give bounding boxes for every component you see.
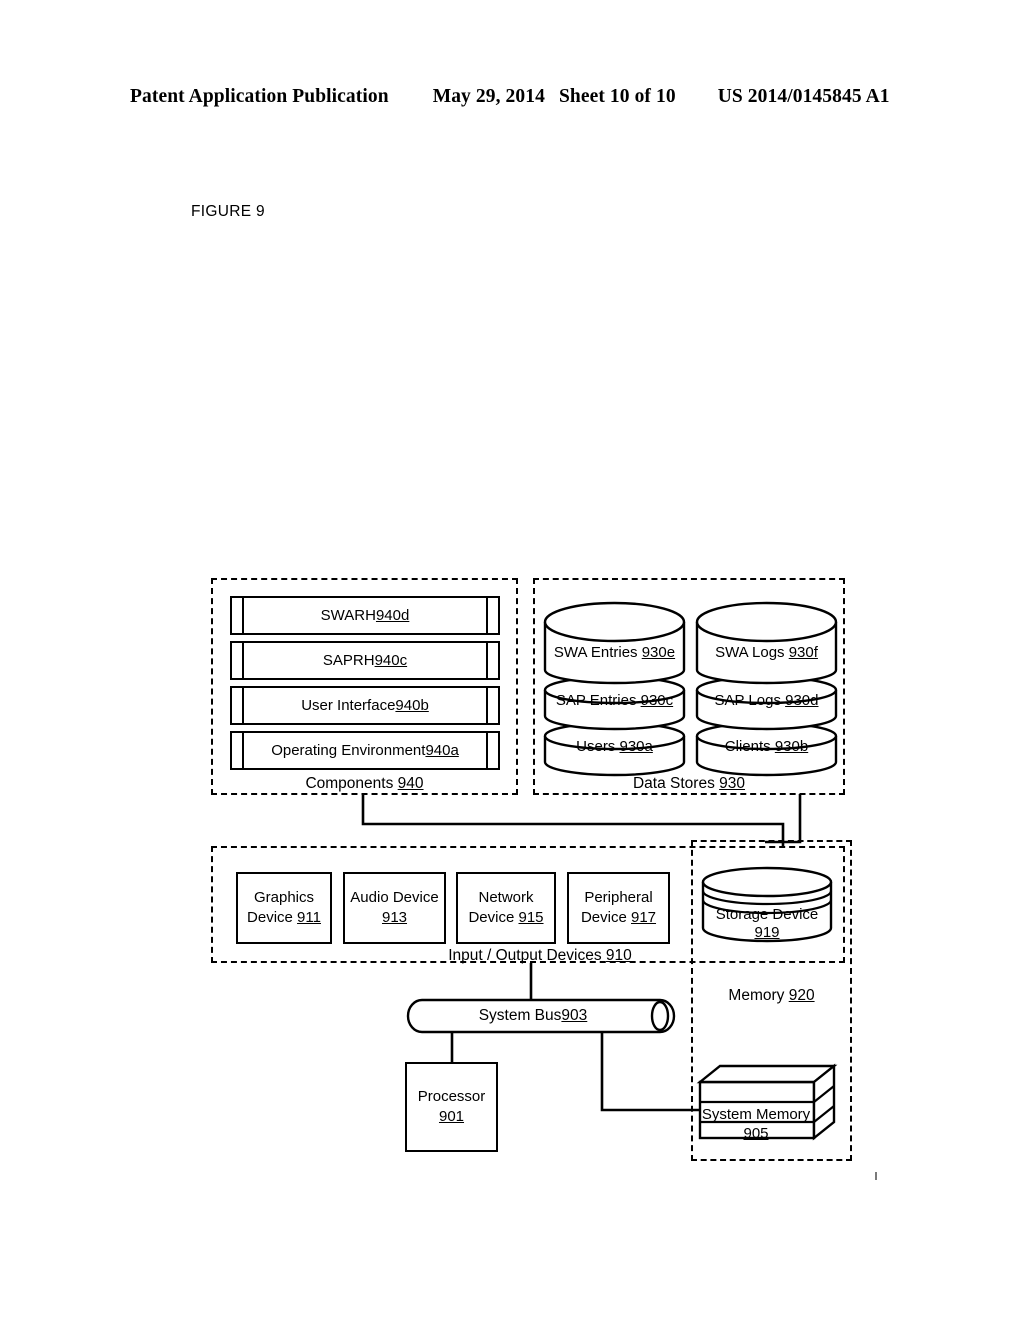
data-stores-caption-text: Data Stores — [632, 775, 720, 792]
data-store-clients-label: Clients — [724, 738, 775, 755]
data-store-swa-entries: SWA Entries 930e — [543, 644, 686, 661]
storage-device: Storage Device 919 — [701, 866, 833, 952]
system-memory-box: System Memory 905 — [696, 1063, 840, 1144]
data-store-swa-entries-ref: 930e — [641, 644, 676, 661]
figure-9-diagram: SWARH 940d SAPRH 940c User Interface 940… — [0, 0, 1024, 1320]
data-store-swa-logs: SWA Logs 930f — [695, 644, 838, 661]
io-device-network-line1: Network — [478, 888, 534, 906]
component-user-interface: User Interface 940b — [230, 685, 500, 726]
system-memory-ref-row: 905 — [698, 1124, 814, 1144]
io-device-peripheral-line1: Peripheral — [584, 888, 653, 906]
data-store-swa-entries-label: SWA Entries — [553, 644, 642, 661]
component-saprh-label: SAPRH — [322, 652, 375, 669]
io-device-peripheral-ref: 917 — [631, 909, 657, 926]
processor-ref: 901 — [438, 1108, 465, 1125]
system-memory-title-row: System Memory — [698, 1105, 814, 1125]
components-caption-text: Components — [305, 775, 398, 792]
io-device-peripheral-line2: Device — [580, 909, 631, 926]
memory-caption-ref: 920 — [788, 987, 815, 1004]
data-stores-caption-ref: 930 — [719, 775, 746, 792]
system-bus: System Bus 903 — [404, 998, 676, 1034]
data-store-users: Users 930a — [543, 738, 686, 755]
data-store-sap-entries-label: SAP Entries — [555, 692, 641, 709]
system-memory-ref: 905 — [743, 1125, 769, 1142]
component-saprh-ref: 940c — [374, 652, 408, 669]
io-device-audio-ref: 913 — [381, 909, 408, 926]
io-device-network-ref: 915 — [518, 909, 544, 926]
processor-title: Processor — [417, 1087, 486, 1105]
data-store-sap-entries-ref: 930c — [640, 692, 674, 709]
component-operating-environment-ref: 940a — [425, 742, 459, 759]
component-operating-environment-label: Operating Environment — [271, 742, 426, 759]
component-user-interface-label: User Interface — [301, 697, 396, 714]
component-saprh: SAPRH 940c — [230, 640, 500, 681]
components-caption-ref: 940 — [397, 775, 424, 792]
processor-box: Processor 901 — [405, 1062, 498, 1152]
io-device-audio: Audio Device 913 — [343, 872, 446, 944]
component-swarh-label: SWARH — [320, 607, 376, 624]
storage-device-ref-row: 919 — [701, 924, 833, 941]
data-store-sap-logs: SAP Logs 930d — [695, 692, 838, 709]
component-user-interface-ref: 940b — [395, 697, 429, 714]
io-device-graphics-line2: Device — [247, 909, 298, 926]
io-device-audio-line1: Audio Device — [350, 888, 439, 906]
data-store-users-ref: 930a — [619, 738, 653, 755]
data-store-stack-left: SWA Entries 930e SAP Entries 930c Users … — [543, 600, 686, 777]
data-store-sap-logs-label: SAP Logs — [714, 692, 786, 709]
data-store-swa-logs-ref: 930f — [788, 644, 818, 661]
component-operating-environment: Operating Environment 940a — [230, 730, 500, 771]
memory-caption-text: Memory — [728, 987, 789, 1004]
io-caption-ref: 910 — [605, 947, 632, 964]
data-stores-group-caption: Data Stores 930 — [533, 775, 845, 793]
component-swarh: SWARH 940d — [230, 595, 500, 636]
data-store-stack-right: SWA Logs 930f SAP Logs 930d Clients 930b — [695, 600, 838, 777]
data-store-clients-ref: 930b — [774, 738, 809, 755]
data-store-sap-logs-ref: 930d — [785, 692, 819, 709]
io-device-graphics-line1: Graphics — [253, 888, 315, 906]
data-store-clients: Clients 930b — [695, 738, 838, 755]
io-device-network-line2: Device — [468, 909, 519, 926]
data-store-swa-logs-label: SWA Logs — [715, 644, 789, 661]
scan-artifact — [875, 1172, 877, 1180]
io-device-graphics: Graphics Device 911 — [236, 872, 332, 944]
storage-device-title: Storage Device — [715, 906, 819, 923]
storage-device-ref: 919 — [754, 924, 780, 941]
components-group-caption: Components 940 — [211, 775, 518, 793]
io-caption-text: Input / Output Devices — [448, 947, 606, 964]
io-devices-group-caption: Input / Output Devices 910 — [380, 947, 700, 965]
storage-device-label: Storage Device — [701, 906, 833, 923]
component-swarh-ref: 940d — [375, 607, 410, 624]
data-store-sap-entries: SAP Entries 930c — [543, 692, 686, 709]
data-store-users-label: Users — [576, 738, 620, 755]
memory-group-caption: Memory 920 — [691, 987, 852, 1005]
system-memory-title: System Memory — [701, 1106, 811, 1123]
io-device-network: Network Device 915 — [456, 872, 556, 944]
io-device-peripheral: Peripheral Device 917 — [567, 872, 670, 944]
system-bus-ref: 903 — [561, 1007, 588, 1024]
system-bus-label: System Bus — [478, 1007, 562, 1024]
io-device-graphics-ref: 911 — [297, 909, 321, 926]
system-bus-label-row: System Bus 903 — [404, 998, 676, 1034]
